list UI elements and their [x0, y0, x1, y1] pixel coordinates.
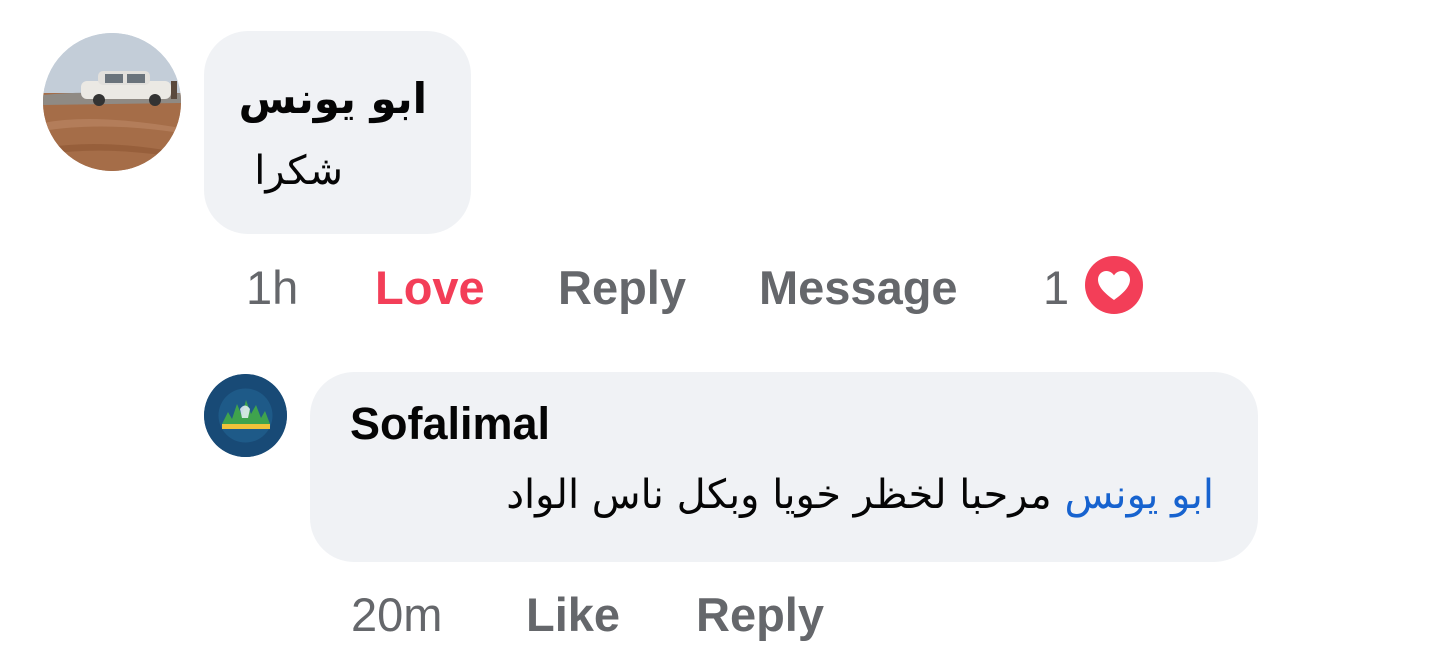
avatar-photo [43, 33, 181, 171]
comment-text: شكرا [254, 148, 343, 194]
comment-timestamp[interactable]: 1h [246, 260, 298, 315]
comment-author-avatar[interactable] [43, 33, 181, 171]
like-button[interactable]: Like [526, 587, 620, 642]
reply-author-name[interactable]: Sofalimal [350, 398, 550, 450]
reply-timestamp[interactable]: 20m [351, 587, 442, 642]
love-button[interactable]: Love [375, 260, 485, 315]
reaction-count[interactable]: 1 [1043, 260, 1069, 315]
reply-text: مرحبا لخظر خويا وبكل ناس الواد [506, 472, 1052, 518]
reply-bubble[interactable]: Sofalimal ابو يونس مرحبا لخظر خويا وبكل … [310, 372, 1258, 562]
reply-author-avatar[interactable] [204, 374, 287, 457]
reply-text-line: ابو يونس مرحبا لخظر خويا وبكل ناس الواد [506, 472, 1214, 518]
comment-author-name[interactable]: ابو يونس [239, 74, 427, 123]
heart-icon[interactable] [1085, 256, 1143, 314]
comment-bubble[interactable]: ابو يونس شكرا [204, 31, 471, 234]
reply-reply-button[interactable]: Reply [696, 587, 824, 642]
message-button[interactable]: Message [759, 260, 958, 315]
reply-button[interactable]: Reply [558, 260, 686, 315]
mention-link[interactable]: ابو يونس [1064, 472, 1214, 518]
sofalimal-logo [204, 374, 287, 457]
